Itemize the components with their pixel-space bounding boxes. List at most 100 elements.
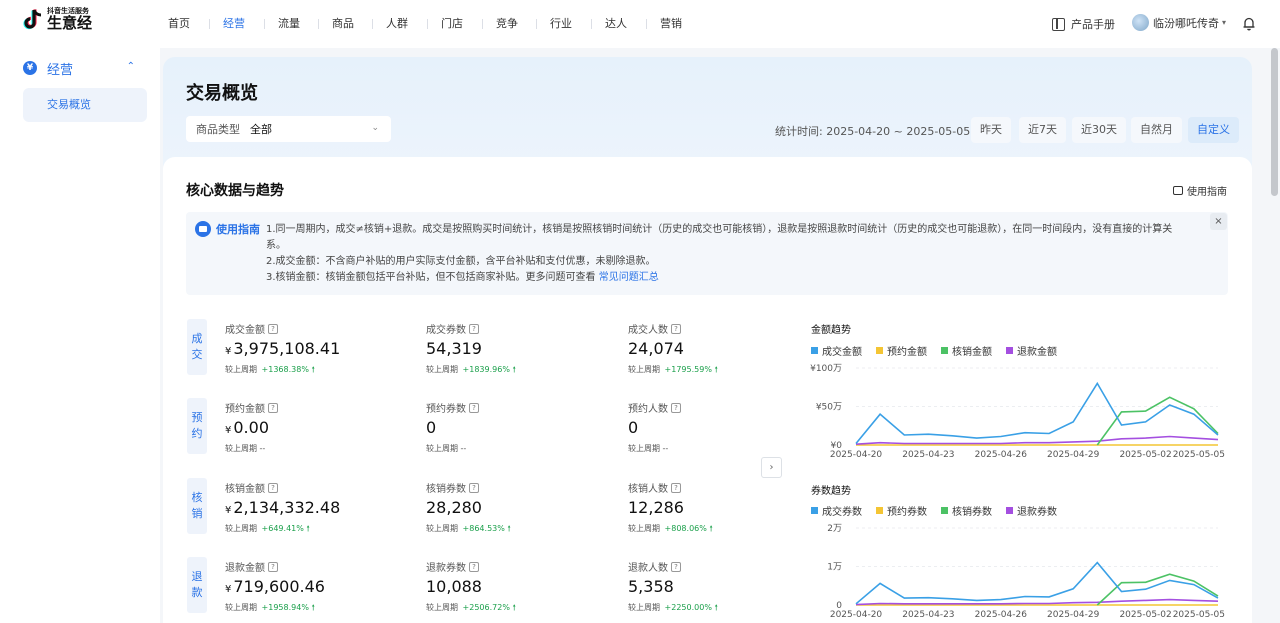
chat-icon xyxy=(1173,186,1183,195)
sidebar-group-operation[interactable]: ¥ 经营 ⌃ xyxy=(23,58,147,78)
date-button-0[interactable]: 昨天 xyxy=(971,117,1011,143)
user-menu[interactable]: 临汾哪吒传奇 ▾ xyxy=(1132,14,1226,31)
x-tick-label: 2025-04-23 xyxy=(902,610,954,620)
nav-item-2[interactable]: 流量 xyxy=(278,0,300,48)
arrow-up-icon: 🠕 xyxy=(714,603,718,612)
brand-logo[interactable]: 抖音生活服务 生意经 xyxy=(23,8,92,31)
nav-separator xyxy=(591,19,592,29)
metric-label: 核销券数? xyxy=(426,480,511,495)
help-icon[interactable]: ? xyxy=(671,323,681,334)
legend-item[interactable]: 退款金额 xyxy=(1006,343,1057,358)
help-icon[interactable]: ? xyxy=(268,482,278,493)
metric-number: 0 xyxy=(426,418,437,437)
next-page-button[interactable]: › xyxy=(761,457,782,478)
comparison-label: 较上周期 xyxy=(426,365,458,374)
product-type-select[interactable]: 商品类型 全部 ⌄ xyxy=(186,116,391,142)
comparison-value: +808.06% xyxy=(664,524,707,533)
amount-chart-legend: 成交金额 预约金额 核销金额 退款金额 xyxy=(811,343,1071,358)
legend-item[interactable]: 核销券数 xyxy=(941,503,992,518)
help-icon[interactable]: ? xyxy=(469,402,479,413)
date-button-3[interactable]: 自然月 xyxy=(1131,117,1182,143)
legend-swatch xyxy=(941,347,948,354)
arrow-up-icon: 🠕 xyxy=(714,365,718,374)
metric-label: 退款金额? xyxy=(225,559,325,574)
legend-label: 核销券数 xyxy=(952,507,992,518)
row-tag-char: 约 xyxy=(191,427,203,440)
avatar xyxy=(1132,14,1149,31)
nav-item-1[interactable]: 经营 xyxy=(223,0,245,48)
legend-item[interactable]: 预约金额 xyxy=(876,343,927,358)
help-icon[interactable]: ? xyxy=(671,561,681,572)
filter-label: 商品类型 xyxy=(196,123,240,136)
usage-guide-link[interactable]: 使用指南 xyxy=(1173,183,1227,198)
help-icon[interactable]: ? xyxy=(671,482,681,493)
currency-symbol: ¥ xyxy=(225,505,232,516)
metric-value: 54,319 xyxy=(426,339,516,358)
nav-item-9[interactable]: 营销 xyxy=(660,0,682,48)
count-trend-chart: 2万1万02025-04-20 2025-04-23 2025-04-26 2025-… xyxy=(827,524,1225,620)
help-icon[interactable]: ? xyxy=(268,561,278,572)
help-icon[interactable]: ? xyxy=(268,323,278,334)
yen-icon: ¥ xyxy=(23,61,37,75)
metric-card: 退款人数? 5,358 较上周期 +2250.00% 🠕 xyxy=(628,559,718,616)
usage-guide-label: 使用指南 xyxy=(1187,187,1227,198)
arrow-up-icon: 🠕 xyxy=(512,365,516,374)
date-button-1[interactable]: 近7天 xyxy=(1019,117,1066,143)
legend-item[interactable]: 核销金额 xyxy=(941,343,992,358)
row-tag: 成交 xyxy=(187,319,207,375)
metric-card: 退款券数? 10,088 较上周期 +2506.72% 🠕 xyxy=(426,559,516,616)
comparison-value: +1958.94% xyxy=(261,603,309,612)
legend-swatch xyxy=(941,507,948,514)
nav-item-4[interactable]: 人群 xyxy=(386,0,408,48)
comparison-label: 较上周期 xyxy=(628,524,660,533)
x-tick-label: 2025-04-26 xyxy=(975,610,1028,620)
nav-item-8[interactable]: 达人 xyxy=(605,0,627,48)
row-tag: 预约 xyxy=(187,398,207,454)
metric-label: 核销人数? xyxy=(628,480,713,495)
legend-item[interactable]: 成交金额 xyxy=(811,343,862,358)
nav-item-5[interactable]: 门店 xyxy=(441,0,463,48)
top-navbar: 抖音生活服务 生意经 首页 经营 流量 商品 人群 门店 竞争 行业 达人 营销 产品手册 临汾哪… xyxy=(0,0,1280,48)
comparison-label: 较上周期 xyxy=(628,365,660,374)
brand-name: 生意经 xyxy=(47,14,93,32)
comparison-label: 较上周期 xyxy=(225,524,257,533)
x-tick-label: 2025-04-29 xyxy=(1047,450,1100,460)
sidebar-item-trade-overview[interactable]: 交易概览 xyxy=(23,88,147,122)
metric-label-text: 核销券数 xyxy=(426,484,466,495)
help-icon[interactable]: ? xyxy=(469,482,479,493)
legend-item[interactable]: 退款券数 xyxy=(1006,503,1057,518)
nav-item-3[interactable]: 商品 xyxy=(332,0,354,48)
close-icon[interactable]: × xyxy=(1210,213,1227,230)
row-tag-char: 成 xyxy=(191,332,203,345)
product-manual-link[interactable]: 产品手册 xyxy=(1052,16,1115,32)
arrow-up-icon: 🠕 xyxy=(311,603,315,612)
notice-line-3-text: 3.核销金额：核销金额包括平台补贴，但不包括商家补贴。更多问题可查看 xyxy=(266,272,596,283)
date-button-4[interactable]: 自定义 xyxy=(1188,117,1239,143)
help-icon[interactable]: ? xyxy=(268,402,278,413)
nav-item-7[interactable]: 行业 xyxy=(550,0,572,48)
metric-number: 3,975,108.41 xyxy=(233,339,341,358)
help-icon[interactable]: ? xyxy=(469,323,479,334)
notice-line-1b: 系。 xyxy=(266,240,286,251)
legend-item[interactable]: 成交券数 xyxy=(811,503,862,518)
metric-value: 10,088 xyxy=(426,577,516,596)
nav-item-0[interactable]: 首页 xyxy=(168,0,190,48)
nav-item-6[interactable]: 竞争 xyxy=(496,0,518,48)
bell-icon[interactable] xyxy=(1242,16,1256,31)
comparison-label: 较上周期 xyxy=(225,365,257,374)
faq-link[interactable]: 常见问题汇总 xyxy=(599,272,659,283)
y-tick-label: 2万 xyxy=(827,524,842,534)
help-icon[interactable]: ? xyxy=(671,402,681,413)
metric-comparison: 较上周期 -- xyxy=(225,443,278,454)
metric-label: 成交金额? xyxy=(225,321,340,336)
date-button-2[interactable]: 近30天 xyxy=(1072,117,1126,143)
nav-separator xyxy=(646,19,647,29)
metric-value: 0 xyxy=(426,418,479,437)
legend-item[interactable]: 预约券数 xyxy=(876,503,927,518)
scrollbar-thumb[interactable] xyxy=(1271,48,1278,196)
metric-number: 12,286 xyxy=(628,498,684,517)
help-icon[interactable]: ? xyxy=(469,561,479,572)
metric-value: 12,286 xyxy=(628,498,713,517)
metric-label-text: 预约金额 xyxy=(225,404,265,415)
x-tick-label: 2025-05-02 xyxy=(1119,610,1171,620)
